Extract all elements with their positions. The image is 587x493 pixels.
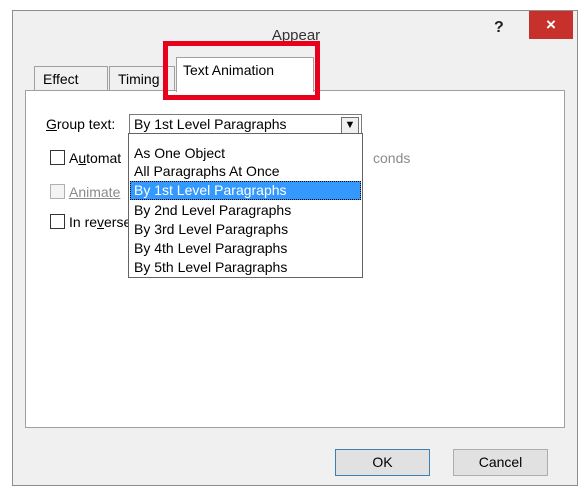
group-text-label: Group text: [46, 116, 116, 132]
option-all-paragraphs[interactable]: All Paragraphs At Once [130, 162, 361, 181]
option-3rd-level[interactable]: By 3rd Level Paragraphs [130, 220, 361, 239]
group-text-dropdown-list[interactable]: As One Object All Paragraphs At Once By … [128, 133, 363, 278]
animate-attached-label: Animate [69, 184, 121, 200]
help-icon[interactable]: ? [494, 19, 504, 37]
option-as-one-object[interactable]: As One Object [130, 144, 361, 163]
reverse-order-label: In reverse [69, 214, 132, 230]
option-4th-level[interactable]: By 4th Level Paragraphs [130, 239, 361, 258]
option-1st-level[interactable]: By 1st Level Paragraphs [130, 181, 361, 200]
automatically-label: Automat [69, 150, 122, 166]
option-2nd-level[interactable]: By 2nd Level Paragraphs [130, 201, 361, 220]
reverse-order-checkbox[interactable] [50, 214, 65, 229]
tab-timing-label: Timing [118, 71, 160, 87]
seconds-label: conds [373, 150, 411, 166]
close-icon[interactable]: × [529, 11, 573, 39]
highlight-box [163, 41, 320, 100]
tab-effect-label: Effect [43, 71, 79, 87]
cancel-button[interactable]: Cancel [453, 449, 548, 476]
ok-button[interactable]: OK [335, 449, 430, 476]
group-text-value: By 1st Level Paragraphs [134, 116, 287, 132]
animate-attached-checkbox [50, 184, 65, 199]
option-5th-level[interactable]: By 5th Level Paragraphs [130, 258, 361, 277]
tab-effect[interactable]: Effect [34, 66, 108, 91]
group-text-select[interactable]: By 1st Level Paragraphs ▼ [129, 114, 362, 135]
chevron-down-icon[interactable]: ▼ [341, 117, 359, 134]
automatically-checkbox[interactable] [50, 150, 65, 165]
